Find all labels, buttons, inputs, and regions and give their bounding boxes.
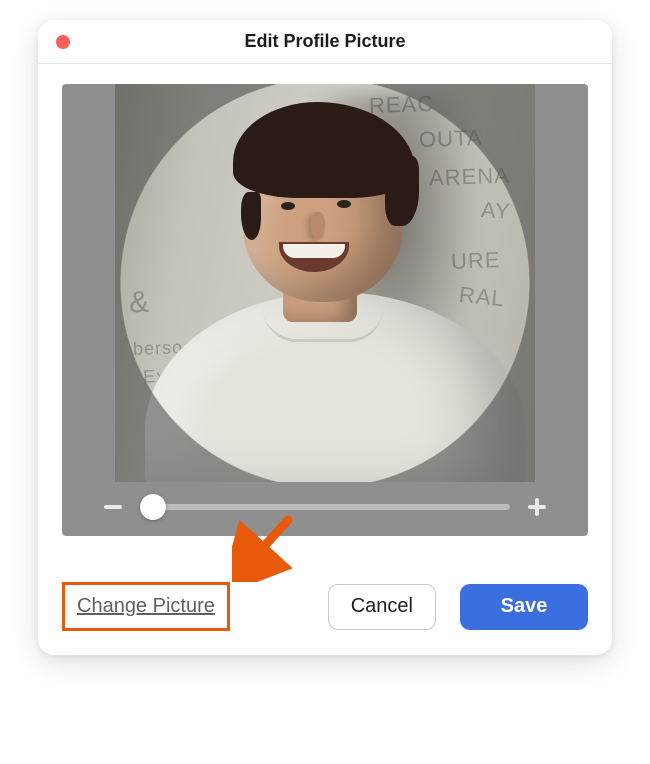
modal-content: REAC OUTA ARENA AY URE RAL & berso Exy: [38, 64, 612, 655]
annotation-arrow-icon: [232, 512, 302, 582]
profile-photo: REAC OUTA ARENA AY URE RAL & berso Exy: [115, 84, 535, 482]
image-crop-stage[interactable]: REAC OUTA ARENA AY URE RAL & berso Exy: [115, 84, 535, 482]
zoom-out-icon[interactable]: [102, 496, 124, 518]
edit-profile-picture-modal: Edit Profile Picture REAC OUTA ARENA AY …: [38, 20, 612, 655]
save-button[interactable]: Save: [460, 584, 588, 630]
zoom-slider-track: [140, 504, 510, 510]
titlebar: Edit Profile Picture: [38, 20, 612, 64]
close-icon[interactable]: [56, 35, 70, 49]
zoom-controls: [62, 482, 588, 518]
cancel-button[interactable]: Cancel: [328, 584, 436, 630]
zoom-in-icon[interactable]: [526, 496, 548, 518]
change-picture-button[interactable]: Change Picture: [62, 582, 230, 631]
image-editor-panel: REAC OUTA ARENA AY URE RAL & berso Exy: [62, 84, 588, 536]
zoom-slider[interactable]: [140, 496, 510, 518]
zoom-slider-thumb[interactable]: [140, 494, 166, 520]
action-button-row: Change Picture Cancel Save: [62, 582, 588, 631]
modal-title: Edit Profile Picture: [244, 31, 405, 52]
